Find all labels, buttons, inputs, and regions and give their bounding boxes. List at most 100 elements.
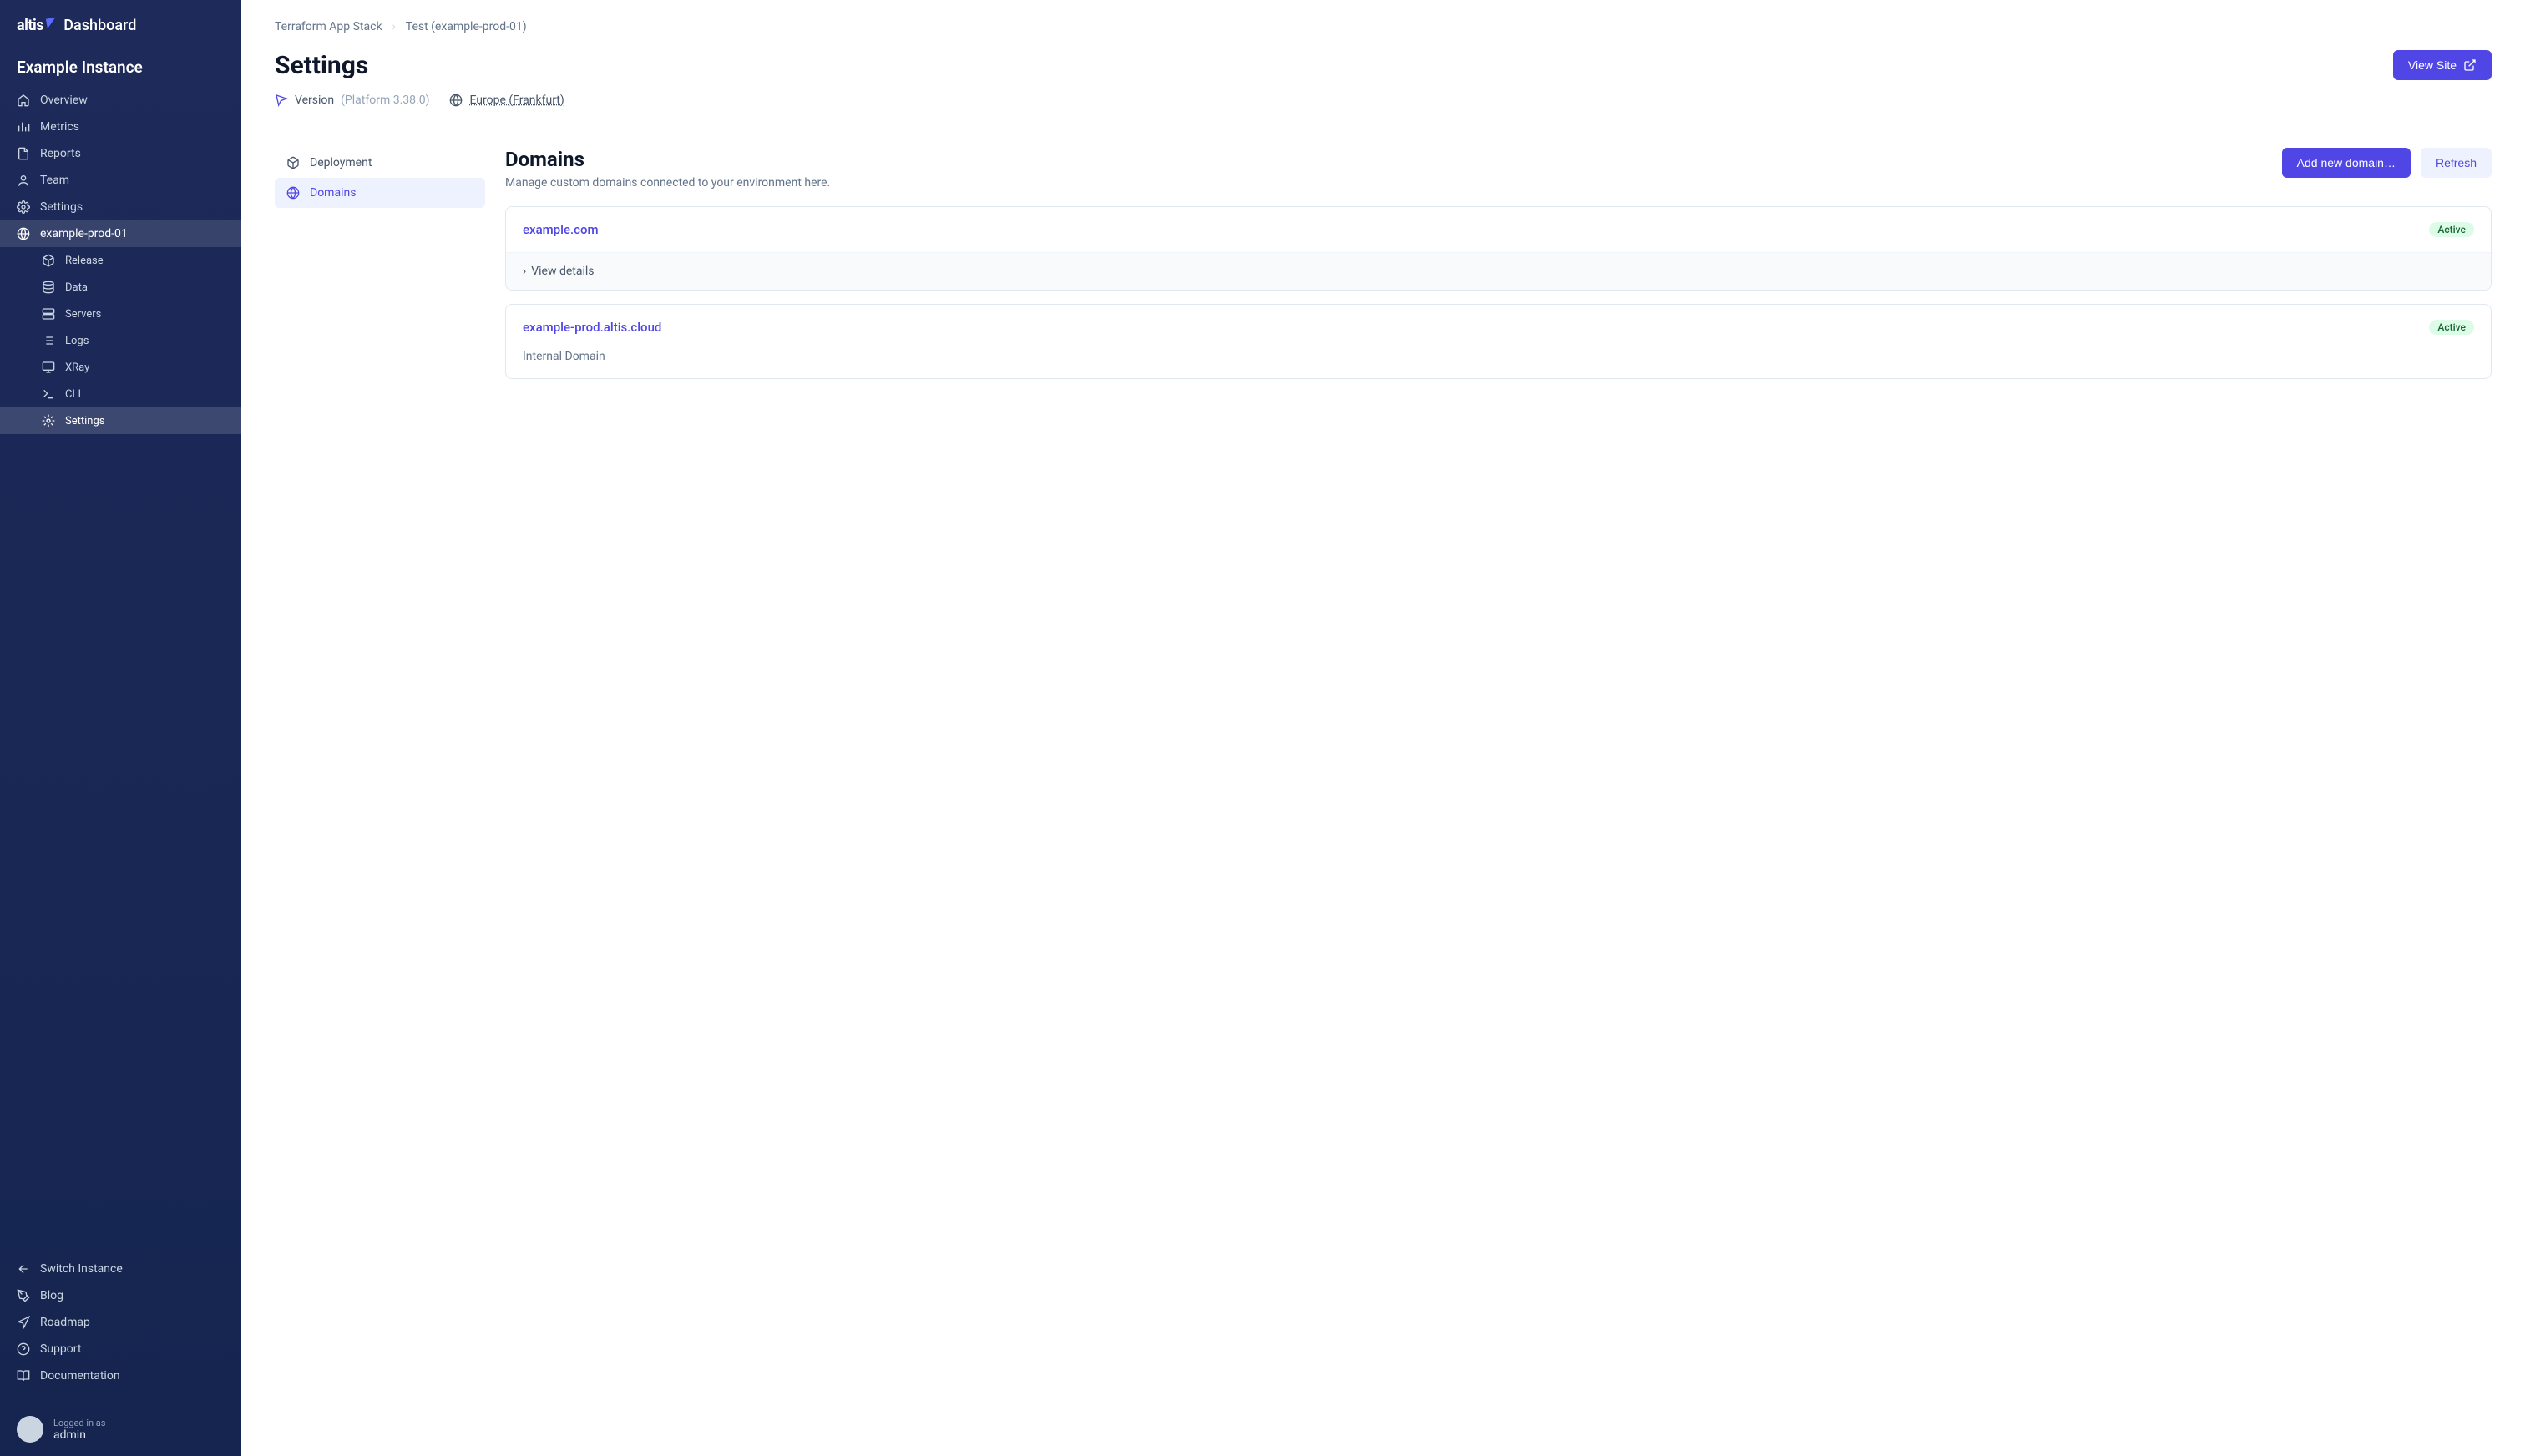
product-label: Dashboard — [63, 17, 136, 34]
sidebar-item-label: Reports — [40, 147, 81, 160]
refresh-button[interactable]: Refresh — [2421, 148, 2492, 178]
panel-actions: Add new domain… Refresh — [2282, 148, 2492, 178]
chevron-right-icon: › — [392, 20, 396, 33]
subnav-item-data[interactable]: Data — [0, 274, 241, 301]
sidebar-item-label: Roadmap — [40, 1316, 90, 1329]
breadcrumb-item[interactable]: Test (example-prod-01) — [406, 20, 527, 33]
user-icon — [17, 174, 30, 187]
navigation-icon — [17, 1316, 30, 1329]
user-meta: Logged in as — [53, 1418, 105, 1428]
status-badge: Active — [2429, 320, 2474, 335]
sidebar-item-support[interactable]: Support — [0, 1336, 241, 1362]
chart-icon — [17, 120, 30, 134]
toggle-label: View details — [531, 265, 594, 278]
panel-subtitle: Manage custom domains connected to your … — [505, 176, 830, 190]
sidebar-item-team[interactable]: Team — [0, 167, 241, 194]
region-meta[interactable]: Europe (Frankfurt) — [449, 94, 564, 107]
sidebar-item-label: Documentation — [40, 1369, 120, 1383]
subnav-item-servers[interactable]: Servers — [0, 301, 241, 327]
tab-domains[interactable]: Domains — [275, 178, 485, 208]
settings-tabs: Deployment Domains — [275, 148, 485, 392]
domain-card-head: example-prod.altis.cloud Active — [506, 305, 2491, 350]
version-meta: Version (Platform 3.38.0) — [275, 94, 429, 107]
subnav-item-xray[interactable]: XRay — [0, 354, 241, 381]
subnav-item-logs[interactable]: Logs — [0, 327, 241, 354]
breadcrumb: Terraform App Stack › Test (example-prod… — [275, 20, 2492, 33]
document-icon — [17, 147, 30, 160]
home-icon — [17, 94, 30, 107]
monitor-icon — [42, 361, 55, 374]
subnav-item-label: Data — [65, 281, 88, 294]
sidebar-item-label: example-prod-01 — [40, 227, 128, 240]
main-content: Terraform App Stack › Test (example-prod… — [241, 0, 2525, 1456]
sidebar-item-overview[interactable]: Overview — [0, 87, 241, 114]
sidebar-item-label: Switch Instance — [40, 1262, 123, 1276]
page-header: Settings View Site — [275, 50, 2492, 80]
sidebar-item-label: Overview — [40, 94, 88, 107]
sidebar-item-roadmap[interactable]: Roadmap — [0, 1309, 241, 1336]
sidebar-item-label: Metrics — [40, 120, 79, 134]
gear-icon — [42, 414, 55, 427]
globe-icon — [449, 94, 463, 107]
brand-logo[interactable]: altis ◤ — [17, 17, 55, 34]
sidebar-footer-nav: Switch Instance Blog Roadmap Support Doc… — [0, 1256, 241, 1403]
breadcrumb-item[interactable]: Terraform App Stack — [275, 20, 382, 33]
list-icon — [42, 334, 55, 347]
view-site-button[interactable]: View Site — [2393, 50, 2492, 80]
subnav-item-label: CLI — [65, 388, 81, 401]
version-label: Version — [295, 94, 334, 107]
environment-subnav: Release Data Servers Logs XRay CLI Setti… — [0, 247, 241, 434]
domain-card: example-prod.altis.cloud Active Internal… — [505, 304, 2492, 379]
globe-icon — [286, 186, 300, 200]
sidebar-item-label: Team — [40, 174, 69, 187]
sidebar-item-switch-instance[interactable]: Switch Instance — [0, 1256, 241, 1282]
instance-name: Example Instance — [0, 51, 241, 87]
subnav-item-release[interactable]: Release — [0, 247, 241, 274]
subnav-item-label: Servers — [65, 308, 101, 321]
panel-title: Domains — [505, 148, 830, 171]
sidebar-item-settings[interactable]: Settings — [0, 194, 241, 220]
subnav-item-label: Logs — [65, 335, 89, 347]
sidebar-item-label: Settings — [40, 200, 83, 214]
sidebar-item-environment[interactable]: example-prod-01 — [0, 220, 241, 247]
domain-subtitle: Internal Domain — [506, 350, 2491, 378]
sidebar-item-documentation[interactable]: Documentation — [0, 1362, 241, 1389]
version-value: (Platform 3.38.0) — [341, 94, 429, 107]
meta-row: Version (Platform 3.38.0) Europe (Frankf… — [275, 94, 2492, 124]
user-name: admin — [53, 1428, 105, 1442]
sidebar-item-label: Blog — [40, 1289, 63, 1302]
subnav-item-label: Settings — [65, 415, 104, 427]
panel-header: Domains Manage custom domains connected … — [505, 148, 2492, 190]
external-link-icon — [2463, 58, 2477, 72]
add-domain-button[interactable]: Add new domain… — [2282, 148, 2411, 178]
help-icon — [17, 1342, 30, 1356]
view-details-toggle[interactable]: › View details — [506, 252, 2491, 290]
content-row: Deployment Domains Domains Manage custom… — [275, 148, 2492, 392]
globe-icon — [17, 227, 30, 240]
tab-label: Domains — [310, 186, 356, 200]
subnav-item-cli[interactable]: CLI — [0, 381, 241, 407]
arrow-left-icon — [17, 1262, 30, 1276]
sidebar-header: altis ◤ Dashboard — [0, 17, 241, 51]
avatar — [17, 1416, 43, 1443]
sidebar-item-reports[interactable]: Reports — [0, 140, 241, 167]
user-block[interactable]: Logged in as admin — [0, 1403, 241, 1456]
pen-icon — [17, 1289, 30, 1302]
sidebar-item-blog[interactable]: Blog — [0, 1282, 241, 1309]
gear-icon — [17, 200, 30, 214]
domain-link[interactable]: example-prod.altis.cloud — [523, 320, 661, 335]
page-title: Settings — [275, 51, 368, 80]
subnav-item-settings[interactable]: Settings — [0, 407, 241, 434]
server-icon — [42, 307, 55, 321]
subnav-item-label: Release — [65, 255, 104, 267]
terminal-icon — [42, 387, 55, 401]
chevron-right-icon: › — [523, 265, 526, 278]
tab-deployment[interactable]: Deployment — [275, 148, 485, 178]
region-label: Europe (Frankfurt) — [469, 94, 564, 107]
package-icon — [286, 156, 300, 169]
sidebar-item-label: Support — [40, 1342, 81, 1356]
sidebar-item-metrics[interactable]: Metrics — [0, 114, 241, 140]
sidebar: altis ◤ Dashboard Example Instance Overv… — [0, 0, 241, 1456]
subnav-item-label: XRay — [65, 361, 89, 374]
domain-link[interactable]: example.com — [523, 222, 599, 237]
